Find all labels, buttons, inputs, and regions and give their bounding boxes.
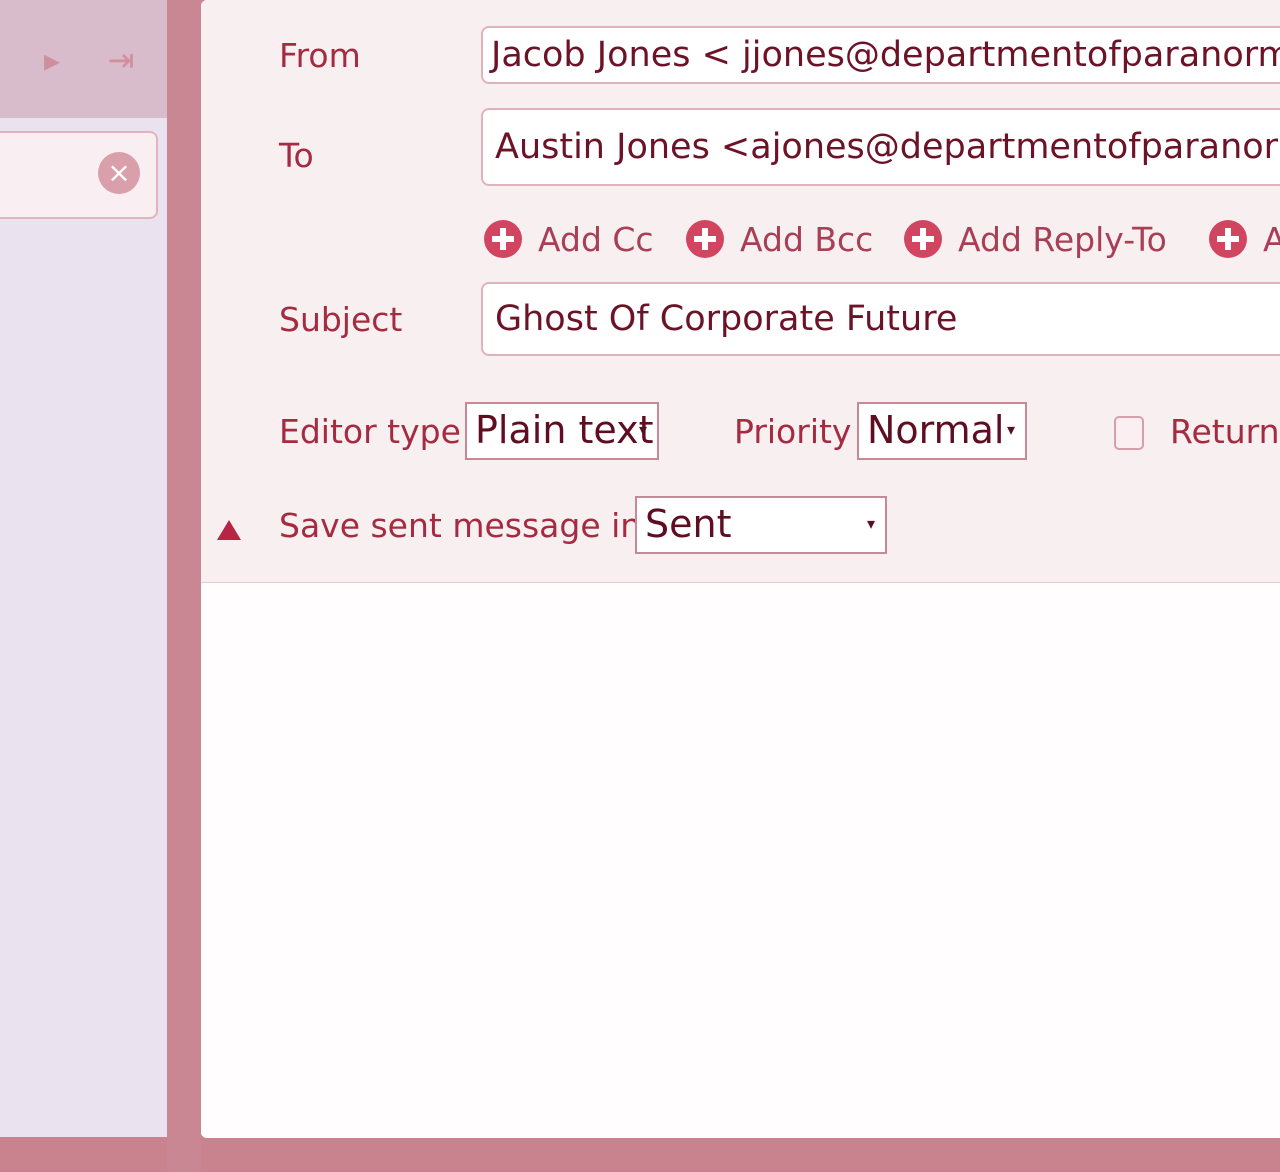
sidebar-toolbar: ▸ ⇥ [0, 0, 167, 118]
caret-down-icon: ▾ [638, 420, 647, 439]
priority-value: Normal [867, 408, 1005, 452]
priority-select[interactable]: Normal ▾ [857, 402, 1027, 460]
return-receipt-label: Return [1170, 412, 1280, 451]
to-label: To [279, 136, 314, 175]
return-receipt-checkbox[interactable] [1114, 416, 1144, 450]
editor-type-value: Plain text [475, 408, 654, 452]
close-icon[interactable]: × [98, 152, 140, 194]
editor-type-select[interactable]: Plain text ▾ [465, 402, 659, 460]
pane-splitter[interactable] [167, 0, 359, 1172]
add-recipient-links: Add Cc Add Bcc Add Reply-To A [484, 212, 1280, 268]
message-body-editor[interactable] [201, 583, 1280, 1138]
collapse-triangle-icon[interactable] [217, 520, 241, 540]
plus-icon [484, 220, 522, 258]
priority-label: Priority [734, 412, 852, 451]
caret-down-icon: ▾ [866, 514, 875, 533]
from-field[interactable]: Jacob Jones < jjones@departmentofparanor… [481, 26, 1280, 84]
compose-panel: From Jacob Jones < jjones@departmentofpa… [201, 0, 1280, 1138]
subject-label: Subject [279, 300, 403, 339]
plus-icon [686, 220, 724, 258]
plus-icon [1209, 220, 1247, 258]
to-field[interactable]: Austin Jones <ajones@departmentofparanor… [481, 108, 1280, 186]
save-sent-select[interactable]: Sent ▾ [635, 496, 887, 554]
add-cc-label: Add Cc [538, 220, 654, 259]
plus-icon [904, 220, 942, 258]
caret-down-icon: ▾ [1006, 420, 1015, 439]
save-sent-value: Sent [645, 502, 732, 546]
sidebar-panel: ▸ ⇥ × [0, 0, 168, 1137]
last-page-icon[interactable]: ⇥ [103, 38, 139, 82]
add-reply-to-label: Add Reply-To [958, 220, 1167, 259]
from-label: From [279, 36, 361, 75]
add-followup-label: A [1263, 220, 1280, 259]
compose-headers: From Jacob Jones < jjones@departmentofpa… [201, 0, 1280, 583]
editor-type-label: Editor type [279, 412, 461, 451]
save-sent-label: Save sent message in [279, 506, 642, 545]
subject-field[interactable]: Ghost Of Corporate Future [481, 282, 1280, 356]
next-page-icon[interactable]: ▸ [34, 38, 70, 82]
add-bcc-label: Add Bcc [740, 220, 874, 259]
